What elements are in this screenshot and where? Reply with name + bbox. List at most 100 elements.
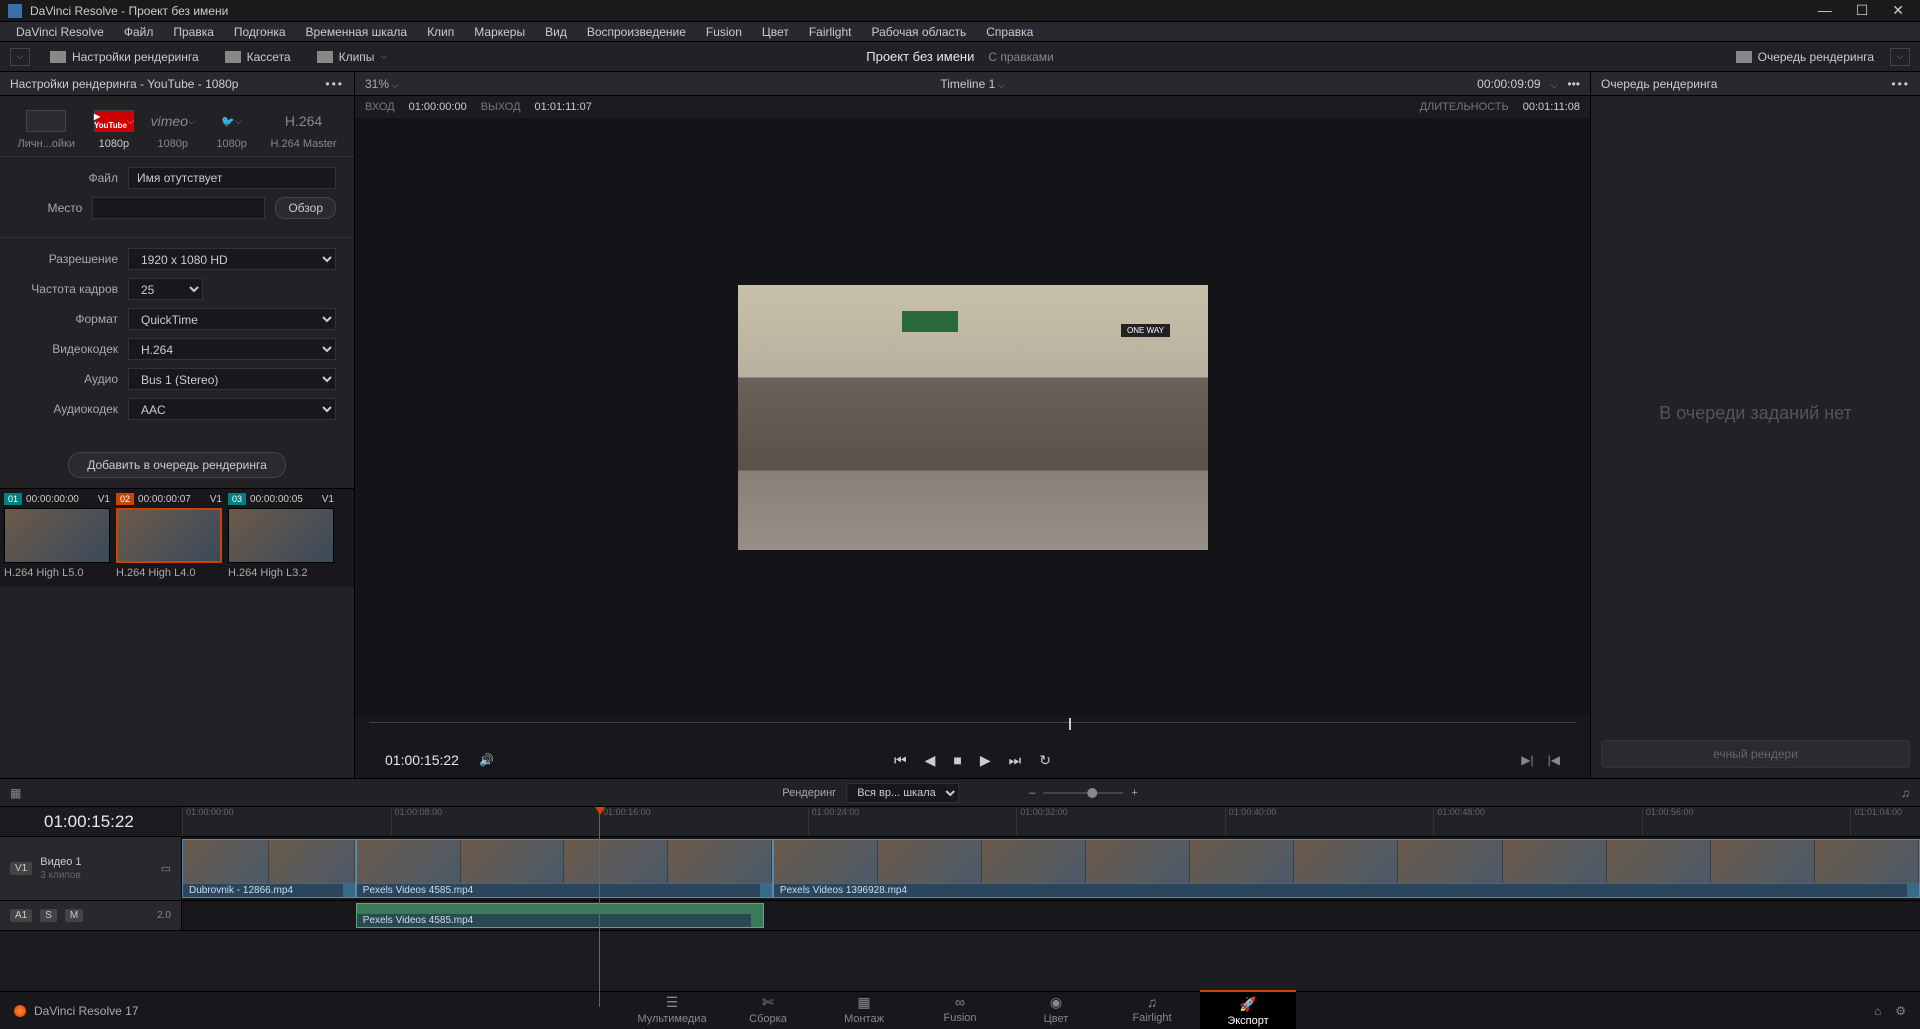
video-track-1: V1 Видео 1 3 клипов ▭ Dubrovnik - 12866.…	[0, 837, 1920, 901]
format-select[interactable]: QuickTime	[128, 308, 336, 330]
page-label: Fusion	[943, 1012, 976, 1024]
browse-button[interactable]: Обзор	[275, 197, 336, 219]
render-range-select[interactable]: Вся вр... шкала	[846, 783, 959, 803]
zoom-slider-knob[interactable]	[1087, 788, 1097, 798]
zoom-in-button[interactable]: +	[1131, 787, 1137, 799]
viewer-menu-icon[interactable]: •••	[1567, 77, 1580, 91]
prev-clip-button[interactable]: |◀	[1548, 753, 1560, 767]
menu-item[interactable]: Клип	[417, 23, 464, 41]
toolbar-dropdown[interactable]	[10, 48, 30, 66]
page-fairlight[interactable]: ♫Fairlight	[1104, 990, 1200, 1029]
zoom-dropdown[interactable]: 31%	[365, 77, 398, 91]
clips-button[interactable]: Клипы	[311, 47, 394, 67]
preset-label: 1080p	[157, 138, 188, 150]
render-settings-button[interactable]: Настройки рендеринга	[44, 47, 205, 67]
tape-button[interactable]: Кассета	[219, 47, 297, 67]
track-content-v1[interactable]: Dubrovnik - 12866.mp4 Pexels Videos 4585…	[182, 837, 1920, 900]
add-to-queue-button[interactable]: Добавить в очередь рендеринга	[68, 452, 286, 478]
home-icon[interactable]: ⌂	[1874, 1004, 1881, 1018]
location-input[interactable]	[92, 197, 265, 219]
project-edits: С правками	[988, 50, 1053, 64]
track-header-a1[interactable]: A1 S M 2.0	[0, 901, 182, 930]
file-label: Файл	[18, 171, 118, 185]
first-frame-button[interactable]: ⏮	[894, 752, 907, 769]
timeline-clip[interactable]: Dubrovnik - 12866.mp4	[182, 839, 356, 898]
playhead[interactable]	[599, 807, 600, 1007]
track-content-a1[interactable]: Pexels Videos 4585.mp4	[182, 901, 1920, 930]
menu-item[interactable]: Справка	[976, 23, 1043, 41]
timeline-audio-clip[interactable]: Pexels Videos 4585.mp4	[356, 903, 764, 928]
menu-item[interactable]: Вид	[535, 23, 577, 41]
audio-track-1: A1 S M 2.0 Pexels Videos 4585.mp4	[0, 901, 1920, 931]
loop-button[interactable]: ↻	[1039, 752, 1051, 769]
settings-icon[interactable]: ⚙	[1895, 1004, 1906, 1018]
render-queue-button[interactable]: Очередь рендеринга	[1730, 47, 1880, 67]
zoom-out-button[interactable]: –	[1029, 787, 1035, 799]
preset-h264[interactable]: H.264H.264 Master	[271, 110, 337, 150]
mute-button[interactable]: M	[65, 909, 83, 922]
clip-card[interactable]: 0300:00:00:05V1 H.264 High L3.2	[228, 493, 334, 579]
speaker-icon[interactable]: 🔊	[479, 753, 494, 767]
page-edit[interactable]: ▦Монтаж	[816, 990, 912, 1029]
menu-item[interactable]: Подгонка	[224, 23, 296, 41]
timeline-ruler[interactable]: 01:00:00:00 01:00:08:00 01:00:16:00 01:0…	[182, 807, 1920, 836]
preset-custom[interactable]: Личн...ойки	[17, 110, 75, 150]
page-fusion[interactable]: ∞Fusion	[912, 990, 1008, 1029]
page-media[interactable]: ☰Мультимедиа	[624, 990, 720, 1029]
clip-card[interactable]: 0100:00:00:00V1 H.264 High L5.0	[4, 493, 110, 579]
timeline-name[interactable]: Timeline 1	[940, 77, 1004, 91]
acodec-select[interactable]: AAC	[128, 398, 336, 420]
clip-name: Pexels Videos 1396928.mp4	[774, 884, 1907, 897]
last-frame-button[interactable]: ⏭	[1009, 752, 1022, 769]
menu-item[interactable]: Цвет	[752, 23, 799, 41]
music-icon[interactable]: ♫	[1901, 786, 1910, 800]
page-color[interactable]: ◉Цвет	[1008, 990, 1104, 1029]
toolbar-dropdown-right[interactable]	[1890, 48, 1910, 66]
menu-item[interactable]: DaVinci Resolve	[6, 23, 114, 41]
minimize-button[interactable]: —	[1818, 2, 1832, 19]
menu-item[interactable]: Fairlight	[799, 23, 862, 41]
preset-twitter[interactable]: 🐦1080p	[212, 110, 252, 150]
file-input[interactable]	[128, 167, 336, 189]
timeline-view-icon[interactable]: ▦	[10, 786, 21, 800]
audio-select[interactable]: Bus 1 (Stereo)	[128, 368, 336, 390]
clip-card[interactable]: 0200:00:00:07V1 H.264 High L4.0	[116, 493, 222, 579]
preset-vimeo[interactable]: vimeo1080p	[153, 110, 193, 150]
next-clip-button[interactable]: ▶|	[1521, 753, 1533, 767]
fps-select[interactable]: 25	[128, 278, 203, 300]
app-name: DaVinci Resolve 17	[34, 1004, 139, 1018]
page-deliver[interactable]: 🚀Экспорт	[1200, 990, 1296, 1029]
vcodec-select[interactable]: H.264	[128, 338, 336, 360]
scrubber-playhead[interactable]	[1069, 718, 1071, 730]
menu-item[interactable]: Fusion	[696, 23, 752, 41]
track-thumb-icon[interactable]: ▭	[161, 862, 171, 875]
scrubber[interactable]	[369, 722, 1576, 736]
maximize-button[interactable]: ☐	[1856, 2, 1869, 19]
close-button[interactable]: ✕	[1892, 2, 1904, 19]
panel-menu-icon[interactable]: •••	[325, 77, 344, 91]
play-button[interactable]: ▶	[980, 752, 991, 769]
timeline-clip[interactable]: Pexels Videos 1396928.mp4	[773, 839, 1920, 898]
page-cut[interactable]: ✄Сборка	[720, 990, 816, 1029]
resolution-select[interactable]: 1920 x 1080 HD	[128, 248, 336, 270]
ruler-tick: 01:00:00:00	[182, 807, 234, 836]
preset-youtube[interactable]: ▶ YouTube1080p	[94, 110, 134, 150]
menu-item[interactable]: Временная шкала	[296, 23, 418, 41]
start-render-button[interactable]: ечный рендери	[1601, 740, 1910, 768]
solo-button[interactable]: S	[40, 909, 57, 922]
youtube-icon: ▶ YouTube	[94, 110, 134, 132]
viewer-tc-dropdown[interactable]	[1551, 77, 1558, 91]
menu-item[interactable]: Файл	[114, 23, 164, 41]
viewer[interactable]	[355, 118, 1590, 716]
menu-item[interactable]: Воспроизведение	[577, 23, 696, 41]
zoom-slider-track[interactable]	[1043, 792, 1123, 794]
stop-button[interactable]: ■	[953, 752, 961, 768]
queue-menu-icon[interactable]: •••	[1891, 77, 1910, 91]
timeline-clip[interactable]: Pexels Videos 4585.mp4	[356, 839, 773, 898]
prev-frame-button[interactable]: ◀	[925, 752, 936, 769]
track-header-v1[interactable]: V1 Видео 1 3 клипов ▭	[0, 837, 182, 900]
menu-item[interactable]: Маркеры	[464, 23, 535, 41]
menu-item[interactable]: Правка	[163, 23, 224, 41]
render-settings-label: Настройки рендеринга	[72, 50, 199, 64]
menu-item[interactable]: Рабочая область	[862, 23, 977, 41]
